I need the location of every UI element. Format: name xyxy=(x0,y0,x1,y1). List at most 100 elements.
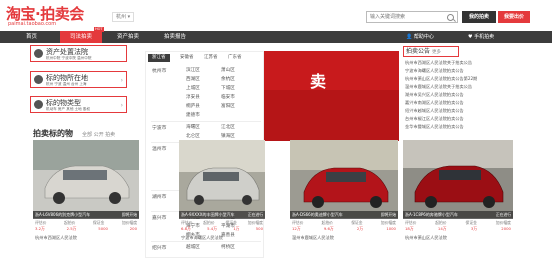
car-image xyxy=(179,140,265,211)
search-input[interactable] xyxy=(367,12,444,22)
search-icon[interactable] xyxy=(447,14,454,21)
lot-status-tag: 即将开始 xyxy=(380,212,396,217)
lot-court[interactable]: 杭州市西湖区人民法院 xyxy=(35,235,77,241)
category-sub: 杭州 宁波 温州 台州 上海 xyxy=(46,82,87,86)
stat-value: 5000 xyxy=(98,226,108,231)
court-link[interactable]: 建德市 xyxy=(186,112,200,118)
lot-photo[interactable] xyxy=(290,140,398,218)
lot-card[interactable]: 浙A·DS66的奥迪牌小型汽车 即将开始 评估价 起拍价 保证金 加价幅度 12万 9.… xyxy=(290,140,398,256)
court-link[interactable]: 西湖区 xyxy=(186,76,200,82)
announcement-item[interactable]: 金华市婺城区人民法院拍卖公告 xyxy=(405,124,545,130)
lot-card[interactable]: 浙A·L6V806的别克牌小型汽车 即将开始 评估价 起拍价 保证金 加价幅度 3.2… xyxy=(33,140,139,256)
stat-value: 6.8万 xyxy=(181,226,191,231)
court-link[interactable]: 海曙区 xyxy=(186,124,200,130)
lots-filter-tabs[interactable]: 全部 公开 拍卖 xyxy=(82,131,115,138)
announcement-item[interactable]: 杭州市西湖区人民法院关于拍卖公告 xyxy=(405,60,545,66)
divider xyxy=(151,121,261,122)
lot-photo[interactable] xyxy=(403,140,513,218)
lot-stats: 评估价 起拍价 保证金 加价幅度 6.8万 5.4万 1万 500 xyxy=(179,220,265,232)
category-location[interactable]: 标的物所在地 杭州 宁波 温州 台州 上海 › xyxy=(30,71,127,88)
court-link[interactable]: 滨江区 xyxy=(186,67,200,73)
lot-card[interactable]: 浙A·1C8P6的奔驰牌小型汽车 正在进行 评估价 起拍价 保证金 加价幅度 18万 1… xyxy=(403,140,513,256)
announcement-more-link[interactable]: 更多 xyxy=(432,50,441,55)
court-link[interactable]: 淳安县 xyxy=(186,94,200,100)
city-selector[interactable]: 杭州 ▾ xyxy=(112,12,135,22)
category-type[interactable]: 标的物类型 机动车 房产 其他 土地 股权 › xyxy=(30,96,127,113)
court-link[interactable]: 富阳区 xyxy=(221,103,235,109)
court-link[interactable]: 萧山区 xyxy=(221,67,235,73)
court-link[interactable]: 上城区 xyxy=(186,85,200,91)
tab-jiangsu[interactable]: 江苏省 xyxy=(204,54,218,62)
lot-status-tag: 正在进行 xyxy=(495,212,511,217)
tab-zhejiang[interactable]: 浙江省 xyxy=(148,54,170,62)
stat-value: 9.6万 xyxy=(323,226,334,231)
stat-value: 3.2万 xyxy=(35,226,45,231)
nav-help-link[interactable]: 👤 帮助中心 xyxy=(406,31,434,43)
province-name[interactable]: 绍兴市 xyxy=(152,244,166,251)
stat-value: 500 xyxy=(255,226,263,231)
announcement-header[interactable]: 拍卖公告 更多 xyxy=(403,46,459,57)
stat-value: 5.4万 xyxy=(207,226,217,231)
stat-value: 1万 xyxy=(233,226,240,231)
category-sub: 机动车 房产 其他 土地 股权 xyxy=(46,107,91,111)
lot-photo[interactable] xyxy=(179,140,265,218)
car-image xyxy=(403,140,513,211)
province-name[interactable]: 宁波市 xyxy=(152,124,166,131)
province-name[interactable]: 湖州市 xyxy=(152,193,166,200)
province-name[interactable]: 嘉兴市 xyxy=(152,214,166,221)
lot-stats: 评估价 起拍价 保证金 加价幅度 12万 9.6万 2万 1000 xyxy=(290,220,398,232)
announcement-item[interactable]: 台州市椒江区人民法院拍卖公告 xyxy=(405,116,545,122)
court-link[interactable]: 临安市 xyxy=(221,94,235,100)
stat-value: 2万 xyxy=(356,226,364,231)
announcement-title: 拍卖公告 xyxy=(406,48,431,55)
type-icon xyxy=(34,100,43,109)
my-auction-button[interactable]: 我的拍卖 xyxy=(462,11,496,23)
court-icon xyxy=(34,49,43,58)
lot-photo[interactable] xyxy=(33,140,139,218)
province-name[interactable]: 杭州市 xyxy=(152,67,166,74)
search-box[interactable] xyxy=(366,11,458,23)
car-image xyxy=(33,140,139,211)
court-link[interactable]: 北仑区 xyxy=(186,133,200,139)
user-icon: 👤 xyxy=(406,34,413,40)
lot-court[interactable]: 杭州市萧山区人民法院 xyxy=(405,235,447,241)
stat-value: 14万 xyxy=(437,226,447,231)
sell-button[interactable]: 我要出价 xyxy=(498,11,530,23)
stat-value: 2000 xyxy=(501,226,511,231)
lot-status-tag: 正在进行 xyxy=(247,212,263,217)
lots-section-title: 拍卖标的物 xyxy=(33,129,73,138)
lot-card[interactable]: 浙A·9XXXX的丰田牌小型汽车 正在进行 评估价 起拍价 保证金 加价幅度 6.8万… xyxy=(179,140,265,256)
province-name[interactable]: 温州市 xyxy=(152,145,166,152)
stat-value: 18万 xyxy=(405,226,414,231)
hot-badge: HOT xyxy=(94,27,104,32)
nav-auction-report[interactable]: 拍卖报告 xyxy=(164,31,186,43)
lot-status-tag: 即将开始 xyxy=(121,212,137,217)
announcement-item[interactable]: 绍兴市越城区人民法院拍卖公告 xyxy=(405,108,545,114)
announcement-item[interactable]: 湖州市吴兴区人民法院拍卖公告 xyxy=(405,92,545,98)
nav-mobile-link[interactable]: ♥ 手机拍卖 xyxy=(468,31,494,43)
tab-guangdong[interactable]: 广东省 xyxy=(228,54,242,62)
court-link[interactable]: 下城区 xyxy=(221,85,235,91)
court-link[interactable]: 余杭区 xyxy=(221,76,235,82)
lot-stats: 评估价 起拍价 保证金 加价幅度 3.2万 2.5万 5000 200 xyxy=(33,220,139,232)
court-link[interactable]: 江北区 xyxy=(221,124,235,130)
announcement-item[interactable]: 嘉兴市南湖区人民法院拍卖公告 xyxy=(405,100,545,106)
announcement-item[interactable]: 宁波市海曙区人民法院拍卖公告 xyxy=(405,68,545,74)
lot-court[interactable]: 宁波市海曙区人民法院 xyxy=(181,235,223,241)
nav-judicial-auction[interactable]: 司法拍卖 xyxy=(60,31,102,43)
chevron-right-icon: › xyxy=(120,102,123,109)
car-image xyxy=(290,140,398,211)
court-link[interactable]: 桐庐县 xyxy=(186,103,200,109)
nav-asset-auction[interactable]: 资产拍卖 xyxy=(117,31,139,43)
nav-home[interactable]: 首页 xyxy=(26,31,37,43)
announcement-item[interactable]: 温州市鹿城区人民法院关于拍卖公告 xyxy=(405,84,545,90)
stat-value: 2.5万 xyxy=(66,226,77,231)
tab-anhui[interactable]: 安徽省 xyxy=(180,54,194,62)
promo-banner-shade xyxy=(264,90,399,141)
court-link[interactable]: 镇海区 xyxy=(221,133,235,139)
announcement-item[interactable]: 杭州市萧山区人民法院拍卖公告第22期 xyxy=(405,76,545,82)
nav-mobile-label: 手机拍卖 xyxy=(474,34,495,40)
category-court[interactable]: 资产处置法院 杭州中院 宁波中院 温州中院 xyxy=(30,45,127,62)
lot-court[interactable]: 温州市鹿城区人民法院 xyxy=(292,235,334,241)
promo-banner-text: 卖 xyxy=(310,72,327,91)
